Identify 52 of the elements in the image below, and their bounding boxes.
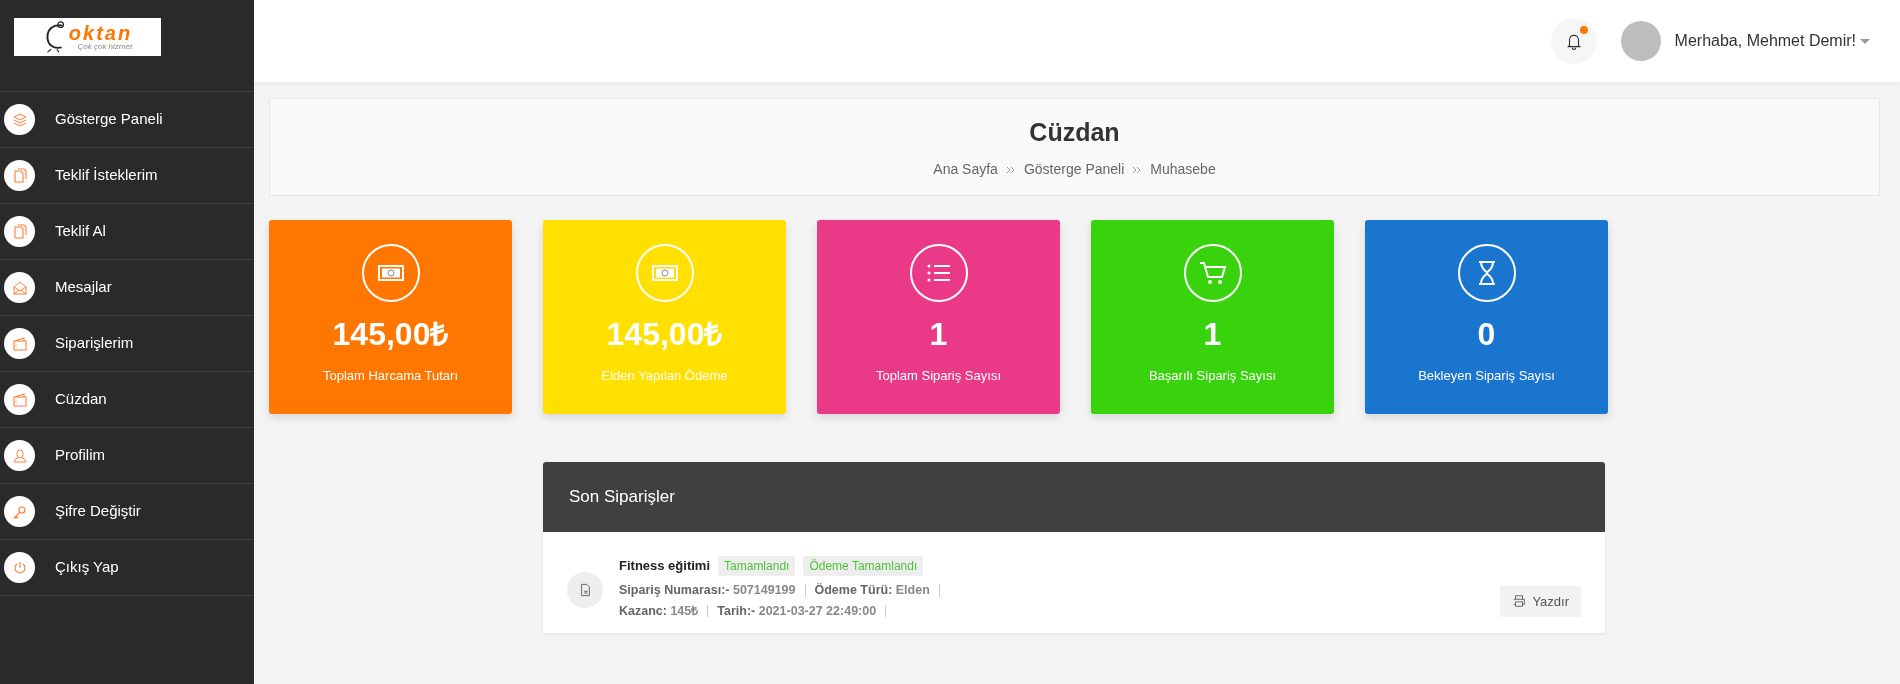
stat-value: 1 xyxy=(1203,318,1222,350)
breadcrumb-link[interactable]: Ana Sayfa xyxy=(933,159,998,181)
breadcrumb-link[interactable]: Muhasebe xyxy=(1150,159,1216,181)
sidebar-item[interactable]: Şifre Değiştir xyxy=(0,484,254,540)
layers-icon xyxy=(11,111,28,128)
breadcrumb-link[interactable]: Gösterge Paneli xyxy=(1023,159,1125,181)
stat-value: 145,00₺ xyxy=(606,318,723,350)
stat-value: 1 xyxy=(929,318,948,350)
wallet-icon xyxy=(11,391,28,408)
printer-icon xyxy=(1512,594,1527,609)
sidebar-item[interactable]: Teklif Al xyxy=(0,204,254,260)
status-badge: Ödeme Tamamlandı xyxy=(803,556,924,576)
order-detail: Kazanc: 145₺ xyxy=(619,604,709,617)
file-icon xyxy=(578,583,592,597)
order-detail: Tarih:- 2021-03-27 22:49:00 xyxy=(717,604,887,617)
sidebar-item[interactable]: Teklif İsteklerim xyxy=(0,148,254,204)
order-detail: Sipariş Numarası:- 507149199 xyxy=(619,584,806,597)
envelope-icon xyxy=(11,279,28,296)
stat-label: Elden Yapılan Ödeme xyxy=(601,367,728,385)
brand-name: oktan xyxy=(68,23,133,43)
documents-icon xyxy=(11,167,28,184)
stat-value: 0 xyxy=(1477,318,1496,350)
stat-label: Bekleyen Sipariş Sayısı xyxy=(1418,367,1555,385)
stat-label: Başarılı Sipariş Sayısı xyxy=(1148,367,1277,385)
stat-value: 145,00₺ xyxy=(332,318,449,350)
notification-button[interactable] xyxy=(1550,18,1597,64)
sidebar-item[interactable]: Siparişlerim xyxy=(0,316,254,372)
wallet-icon xyxy=(11,335,28,352)
logo-tagline: Çok çok hizmet xyxy=(77,43,133,51)
order-detail: Ödeme Türü: Elden xyxy=(814,584,940,597)
user-icon xyxy=(11,447,28,464)
caret-icon xyxy=(1860,38,1870,44)
page-title: Cüzdan xyxy=(1029,116,1120,148)
stat-label: Toplam Harcama Tutarı xyxy=(322,367,459,385)
sidebar-item[interactable]: Gösterge Paneli xyxy=(0,92,254,148)
chevron-icon xyxy=(1132,165,1143,174)
stat-label: Toplam Sipariş Sayısı xyxy=(876,367,1001,385)
user-menu-button[interactable]: Merhaba, Mehmet Demir! xyxy=(1668,28,1876,54)
documents-icon xyxy=(11,223,28,240)
order-title: Fitness eğitimi xyxy=(619,557,711,576)
status-badge: Tamamlandı xyxy=(718,556,796,576)
sidebar-item[interactable]: Mesajlar xyxy=(0,260,254,316)
panel-header: Son Siparişler xyxy=(543,462,1605,532)
print-button[interactable]: Yazdır xyxy=(1500,585,1581,617)
sidebar-item[interactable]: Cüzdan xyxy=(0,372,254,428)
sidebar-item[interactable]: Profilim xyxy=(0,428,254,484)
logo[interactable]: oktan Çok çok hizmet xyxy=(14,18,161,56)
avatar xyxy=(1620,21,1661,61)
chevron-icon xyxy=(1005,165,1016,174)
key-icon xyxy=(11,503,28,520)
sidebar-item[interactable]: Çıkış Yap xyxy=(0,540,254,596)
power-icon xyxy=(11,559,28,576)
